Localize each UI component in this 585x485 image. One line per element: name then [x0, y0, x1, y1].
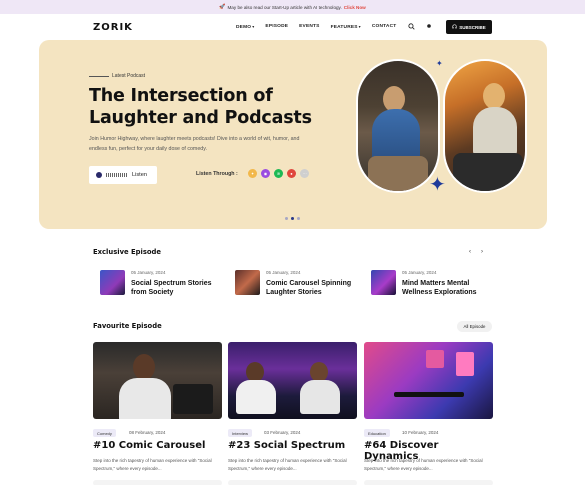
carousel-dots [285, 217, 300, 220]
platform-more-icon[interactable]: ⋯ [300, 169, 309, 178]
person-body [300, 380, 340, 414]
menu-item-contact[interactable]: CONTACT [372, 24, 397, 30]
platform-google-podcasts-icon[interactable]: ✦ [248, 169, 257, 178]
announcement-bar: 🚀 May be also read our Start-Up article … [0, 0, 585, 14]
desk [394, 392, 464, 397]
episode-footer [364, 480, 493, 485]
person-body [236, 380, 276, 414]
episode-tag[interactable]: Interview [228, 429, 253, 437]
eyebrow-line [89, 75, 109, 77]
episode-thumbnail [235, 270, 260, 295]
episode-date: 10 February, 2024 [402, 430, 439, 435]
episode-description: Step into the rich tapestry of human exp… [93, 458, 212, 471]
search-icon[interactable] [408, 23, 415, 32]
listen-through-label: Listen Through : [196, 171, 238, 177]
listen-button[interactable]: Listen [89, 166, 157, 184]
rocket-icon: 🚀 [219, 4, 226, 10]
mixer [173, 384, 213, 414]
waveform-icon [106, 173, 128, 177]
carousel-dot[interactable] [297, 217, 300, 220]
carousel-dot[interactable] [291, 217, 294, 220]
subscribe-button[interactable]: SUBSCRIBE [446, 20, 492, 34]
person-head [246, 362, 264, 382]
episode-description: Step into the rich tapestry of human exp… [228, 458, 347, 471]
platform-apple-podcasts-icon[interactable]: ◉ [261, 169, 270, 178]
favourite-episode-card[interactable]: Interview 03 February, 2024 #23 Social S… [228, 342, 357, 485]
carousel-dot[interactable] [285, 217, 288, 220]
episode-thumbnail [371, 270, 396, 295]
favourite-section-title: Favourite Episode [93, 322, 162, 330]
hero-photo-left [356, 59, 440, 193]
episode-image [364, 342, 493, 419]
menu-item-features[interactable]: FEATURES▾ [331, 24, 361, 30]
platform-podcast-icon[interactable]: ● [287, 169, 296, 178]
episode-footer [93, 480, 222, 485]
light-panel [456, 352, 474, 376]
hero-photo-right [443, 59, 527, 193]
episode-thumbnail [100, 270, 125, 295]
episode-date: 05 January, 2024 [402, 270, 437, 275]
site-logo[interactable]: ZORIK [93, 22, 133, 33]
person-head [310, 362, 328, 382]
hero-title: The Intersection of Laughter and Podcast… [89, 86, 312, 128]
episode-title[interactable]: #10 Comic Carousel [93, 440, 222, 451]
episode-title[interactable]: Comic Carousel Spinning Laughter Stories [266, 279, 361, 297]
person-head [483, 83, 505, 109]
hero-eyebrow: Latest Podcast [89, 73, 146, 79]
person-body [473, 107, 517, 157]
episode-tag[interactable]: Education [364, 429, 390, 437]
chair [453, 153, 523, 191]
announcement-text: May be also read our Start-Up article wi… [227, 4, 342, 10]
episode-image [228, 342, 357, 419]
episode-date: 05 January, 2024 [131, 270, 166, 275]
announcement-link[interactable]: Click Now [344, 5, 366, 10]
main-menu: DEMO▾ EPISODE EVENTS FEATURES▾ CONTACT [236, 24, 396, 30]
exclusive-episode-card[interactable]: 05 January, 2024 Comic Carousel Spinning… [235, 266, 357, 298]
episode-title[interactable]: Mind Matters Mental Wellness Exploration… [402, 279, 497, 297]
play-icon [96, 172, 102, 178]
exclusive-episode-card[interactable]: 05 January, 2024 Mind Matters Mental Wel… [371, 266, 493, 298]
episode-date: 03 February, 2024 [264, 430, 301, 435]
chair [368, 156, 428, 191]
menu-item-events[interactable]: EVENTS [299, 24, 319, 30]
exclusive-section-title: Exclusive Episode [93, 248, 162, 256]
episode-date: 05 January, 2024 [266, 270, 301, 275]
chevron-right-icon[interactable]: › [481, 249, 483, 255]
exclusive-episode-card[interactable]: 05 January, 2024 Social Spectrum Stories… [100, 266, 222, 298]
platform-spotify-icon[interactable]: ≋ [274, 169, 283, 178]
sparkle-icon: ✦ [436, 59, 443, 68]
platform-list: ✦ ◉ ≋ ● ⋯ [248, 169, 309, 178]
episode-image [93, 342, 222, 419]
episode-date: 08 February, 2024 [129, 430, 166, 435]
episode-footer [228, 480, 357, 485]
carousel-arrows: ‹ › [469, 249, 483, 255]
episode-title[interactable]: #23 Social Spectrum [228, 440, 357, 451]
caret-down-icon: ▾ [358, 24, 361, 29]
hero-description: Join Humor Highway, where laughter meets… [89, 136, 300, 152]
all-episodes-button[interactable]: All Episode [457, 321, 492, 332]
caret-down-icon: ▾ [252, 24, 255, 29]
menu-item-episode[interactable]: EPISODE [265, 24, 288, 30]
episode-tag[interactable]: Comedy [93, 429, 116, 437]
person-head [133, 354, 155, 380]
episode-title[interactable]: Social Spectrum Stories from Society [131, 279, 226, 297]
favourite-episode-card[interactable]: Education 10 February, 2024 #64 Discover… [364, 342, 493, 485]
theme-toggle-icon[interactable] [426, 23, 432, 31]
headphones-icon [452, 24, 457, 30]
favourite-episode-card[interactable]: Comedy 08 February, 2024 #10 Comic Carou… [93, 342, 222, 485]
menu-item-demo[interactable]: DEMO▾ [236, 24, 254, 30]
light-panel [426, 350, 444, 368]
sparkle-icon: ✦ [429, 174, 446, 196]
chevron-left-icon[interactable]: ‹ [469, 249, 471, 255]
episode-description: Step into the rich tapestry of human exp… [364, 458, 483, 471]
person-body [119, 378, 171, 419]
